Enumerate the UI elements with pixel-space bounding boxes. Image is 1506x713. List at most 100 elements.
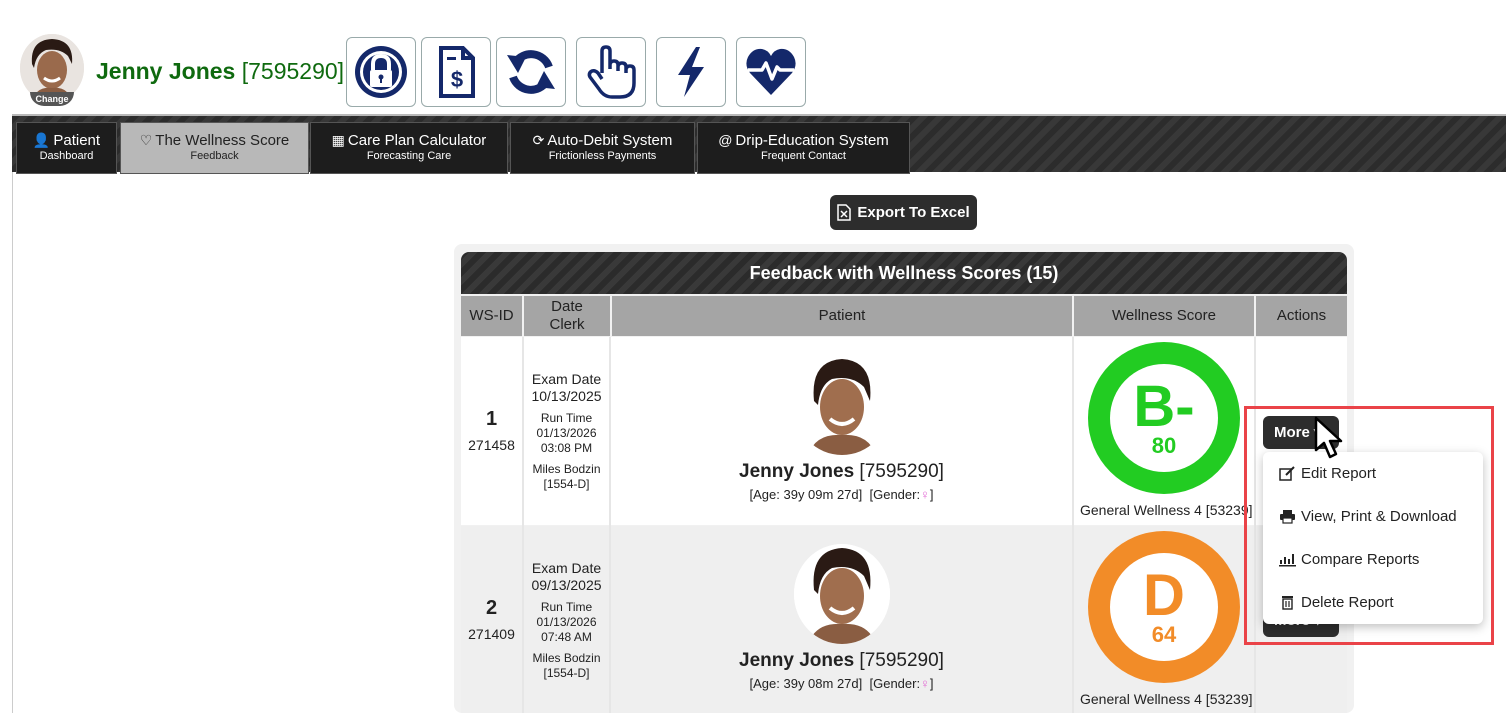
heartbeat-icon: ♡ bbox=[139, 132, 153, 148]
run-time: 07:48 AM bbox=[541, 630, 592, 644]
tab-sublabel: Frictionless Payments bbox=[548, 150, 657, 162]
sync-button[interactable] bbox=[496, 37, 566, 107]
row-number: 1 bbox=[485, 408, 498, 430]
calculator-icon: ▦ bbox=[331, 132, 345, 148]
patient-info: [Age: 39y 09m 27d] [Gender:♀] bbox=[611, 487, 1072, 502]
tab-sublabel: Feedback bbox=[190, 150, 239, 162]
mouse-cursor-icon bbox=[1314, 416, 1343, 459]
hand-pointer-icon bbox=[587, 45, 636, 99]
patient-full-name[interactable]: Jenny Jones [7595290] bbox=[611, 461, 1072, 483]
clerk-name: Miles Bodzin bbox=[532, 462, 601, 476]
gender-label: [Gender: bbox=[869, 676, 921, 691]
tab-wellness-score[interactable]: ♡ The Wellness Score Feedback bbox=[120, 122, 309, 174]
at-icon: @ bbox=[718, 132, 733, 148]
col-header-date: Date bbox=[551, 298, 583, 315]
tab-label: The Wellness Score bbox=[155, 132, 290, 149]
exam-date-label: Exam Date bbox=[531, 371, 602, 387]
clerk-name: Miles Bodzin bbox=[532, 651, 601, 665]
clerk-id: [1554-D] bbox=[543, 666, 590, 680]
score-value: 64 bbox=[1151, 622, 1177, 647]
heart-pulse-icon bbox=[746, 48, 796, 95]
female-icon: ♀ bbox=[920, 676, 930, 691]
hand-pointer-button[interactable] bbox=[576, 37, 646, 107]
date-clerk-cell: Exam Date 09/13/2025 Run Time 01/13/2026… bbox=[523, 560, 610, 681]
lock-button[interactable] bbox=[346, 37, 416, 107]
patient-cell: Jenny Jones [7595290] [Age: 39y 09m 27d]… bbox=[611, 355, 1072, 502]
patient-name: Jenny Jones bbox=[739, 461, 855, 482]
assessment-name: General Wellness 4 [53239] bbox=[1080, 691, 1253, 707]
invoice-icon: $ bbox=[439, 46, 475, 98]
svg-text:$: $ bbox=[451, 67, 463, 92]
column-divider bbox=[1072, 337, 1074, 713]
run-date: 01/13/2026 bbox=[536, 615, 597, 629]
score-inner: D 64 bbox=[1110, 553, 1218, 661]
heart-pulse-button[interactable] bbox=[736, 37, 806, 107]
main-nav: 👤 Patient Dashboard ♡ The Wellness Score F… bbox=[12, 114, 1506, 174]
col-header-actions: Actions bbox=[1256, 296, 1347, 336]
patient-id: [7595290] bbox=[859, 461, 944, 482]
tab-auto-debit[interactable]: ⟳ Auto-Debit System Frictionless Payments bbox=[510, 122, 695, 174]
tab-label: Patient bbox=[53, 132, 101, 149]
tab-care-plan-calculator[interactable]: ▦ Care Plan Calculator Forecasting Care bbox=[310, 122, 508, 174]
run-time: 03:08 PM bbox=[540, 441, 593, 455]
avatar-change-badge[interactable]: Change bbox=[30, 92, 74, 106]
patient-photo[interactable] bbox=[793, 544, 890, 644]
wellness-score-badge[interactable]: B- 80 bbox=[1088, 342, 1240, 494]
ws-id-cell: 2 271409 bbox=[461, 597, 522, 642]
score-grade: D bbox=[1143, 563, 1185, 628]
invoice-button[interactable]: $ bbox=[421, 37, 491, 107]
exam-date: 10/13/2025 bbox=[531, 388, 602, 404]
sync-icon bbox=[507, 50, 555, 94]
patient-full-name[interactable]: Jenny Jones [7595290] bbox=[611, 650, 1072, 672]
patient-photo[interactable] bbox=[793, 355, 890, 455]
tab-label: Auto-Debit System bbox=[547, 132, 673, 149]
col-header-patient[interactable]: Patient bbox=[612, 296, 1072, 336]
tab-label: Care Plan Calculator bbox=[347, 132, 487, 149]
bolt-button[interactable] bbox=[656, 37, 726, 107]
patient-name-title: Jenny Jones [7595290] bbox=[96, 58, 344, 85]
tab-label: Drip-Education System bbox=[735, 132, 889, 149]
patient-id: [7595290] bbox=[859, 650, 944, 671]
date-clerk-cell: Exam Date 10/13/2025 Run Time 01/13/2026… bbox=[523, 371, 610, 492]
score-value: 80 bbox=[1151, 433, 1177, 458]
col-header-wsid[interactable]: WS-ID bbox=[461, 296, 522, 336]
patient-info: [Age: 39y 08m 27d] [Gender:♀] bbox=[611, 676, 1072, 691]
patient-header: Change Jenny Jones [7595290] $ bbox=[0, 0, 1506, 112]
ws-id: 271458 bbox=[468, 437, 515, 453]
gender-close: ] bbox=[929, 676, 934, 691]
run-time-label: Run Time bbox=[540, 600, 593, 614]
excel-file-icon bbox=[837, 204, 852, 221]
ws-id: 271409 bbox=[468, 626, 515, 642]
content-border bbox=[12, 172, 13, 713]
table-title: Feedback with Wellness Scores (15) bbox=[461, 252, 1347, 294]
tab-sublabel: Frequent Contact bbox=[761, 150, 846, 162]
patient-name: Jenny Jones bbox=[96, 58, 236, 84]
patient-avatar[interactable]: Change bbox=[20, 34, 84, 106]
run-time-label: Run Time bbox=[540, 411, 593, 425]
export-excel-button[interactable]: Export To Excel bbox=[830, 195, 977, 230]
gender-label: [Gender: bbox=[869, 487, 921, 502]
tab-drip-education[interactable]: @ Drip-Education System Frequent Contact bbox=[697, 122, 910, 174]
lock-icon bbox=[355, 46, 407, 98]
highlight-box bbox=[1244, 406, 1494, 645]
col-header-clerk: Clerk bbox=[549, 316, 585, 333]
user-icon: 👤 bbox=[32, 132, 51, 148]
col-header-date-clerk[interactable]: Date Clerk bbox=[524, 296, 610, 336]
bolt-icon bbox=[678, 47, 704, 97]
tab-patient[interactable]: 👤 Patient Dashboard bbox=[16, 122, 117, 174]
clerk-id: [1554-D] bbox=[543, 477, 590, 491]
col-header-wellness-score[interactable]: Wellness Score bbox=[1074, 296, 1254, 336]
patient-age: [Age: 39y 08m 27d] bbox=[749, 676, 863, 691]
score-grade: B- bbox=[1133, 374, 1195, 439]
gender-close: ] bbox=[929, 487, 934, 502]
patient-age: [Age: 39y 09m 27d] bbox=[749, 487, 863, 502]
patient-cell: Jenny Jones [7595290] [Age: 39y 08m 27d]… bbox=[611, 544, 1072, 691]
patient-name: Jenny Jones bbox=[739, 650, 855, 671]
tab-sublabel: Forecasting Care bbox=[366, 150, 452, 162]
patient-id: [7595290] bbox=[241, 58, 345, 84]
wellness-score-badge[interactable]: D 64 bbox=[1088, 531, 1240, 683]
exam-date: 09/13/2025 bbox=[531, 577, 602, 593]
run-date: 01/13/2026 bbox=[536, 426, 597, 440]
tab-sublabel: Dashboard bbox=[39, 150, 94, 162]
score-inner: B- 80 bbox=[1110, 364, 1218, 472]
